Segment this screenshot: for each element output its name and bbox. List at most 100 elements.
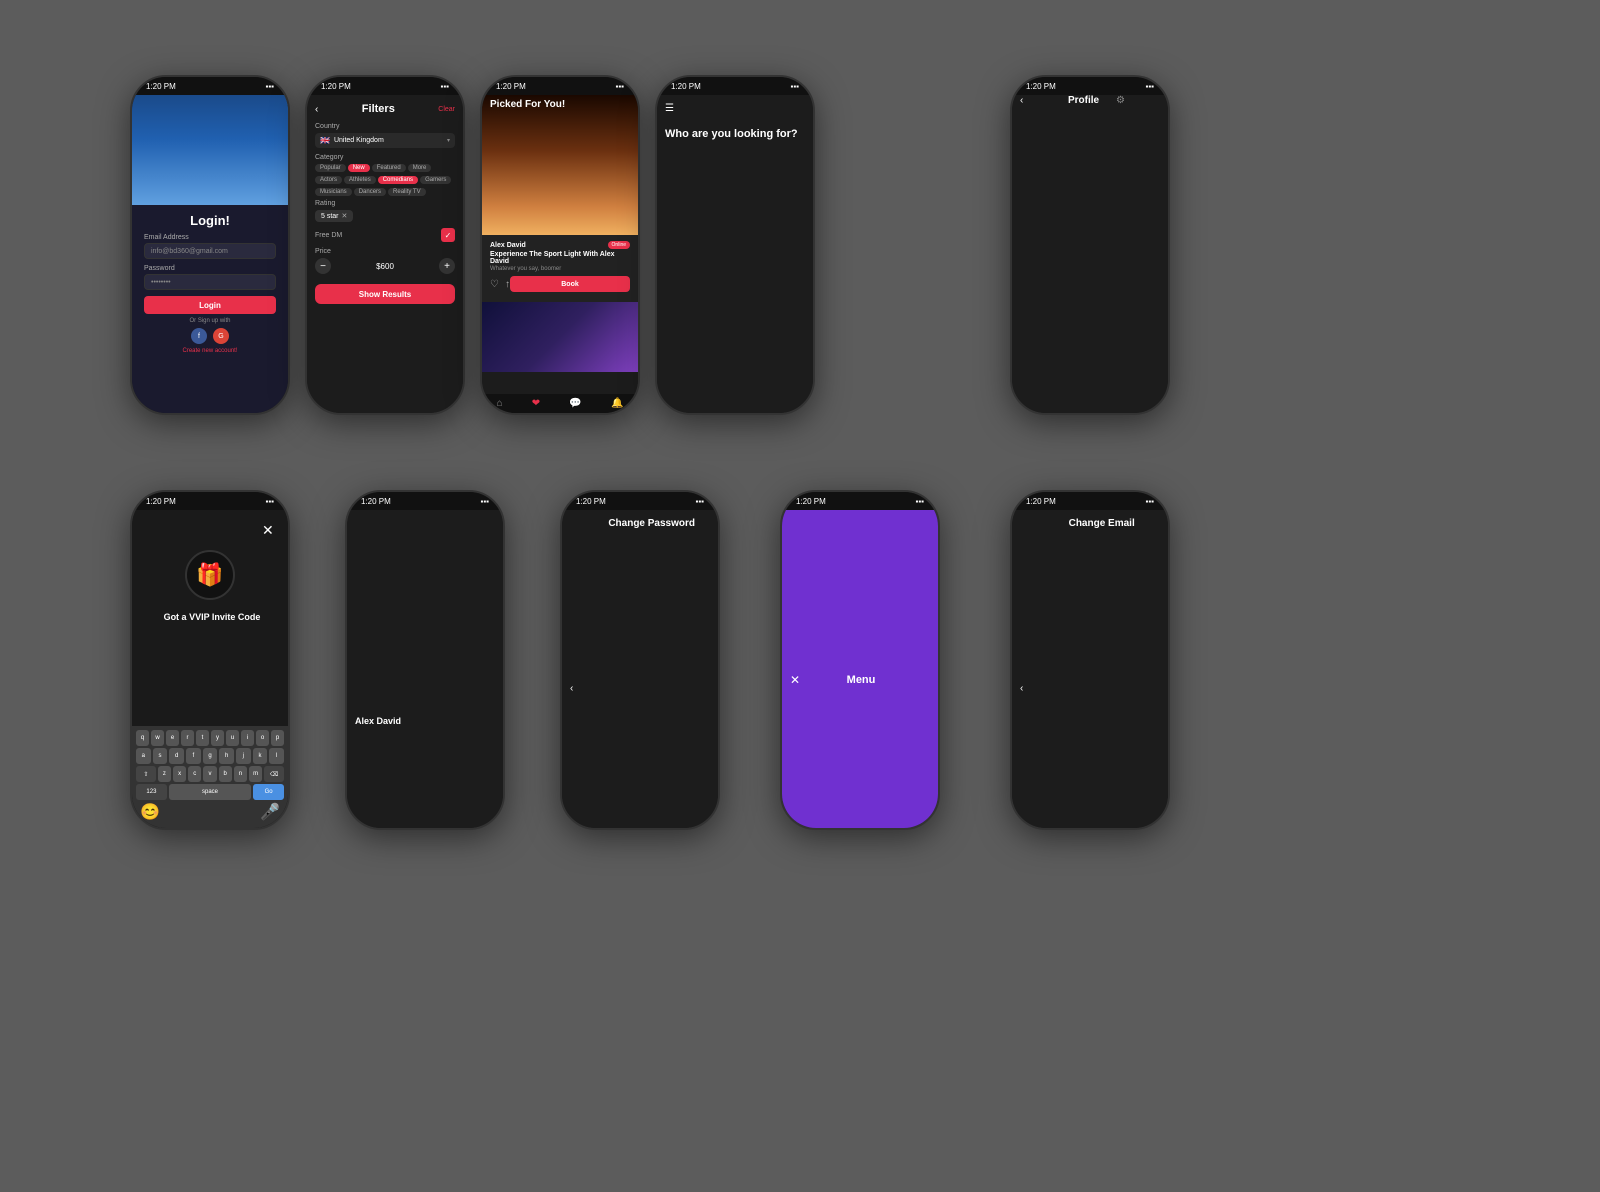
close-button[interactable]: ✕ [262, 522, 288, 828]
artist-name-detail: Alex David [355, 716, 493, 828]
tag-musicians[interactable]: Musicians [315, 188, 352, 196]
key-r[interactable]: r [181, 730, 194, 746]
phone-change-password: 1:20 PM ▪▪▪ ‹ Change Password 🔑 New Pass… [560, 490, 720, 830]
tag-featured[interactable]: Featured [372, 164, 406, 172]
key-shift[interactable]: ⇧ [136, 766, 156, 782]
picked-screen: Picked For You! Alex David Online Experi… [482, 95, 638, 413]
cp-title: Change Password [573, 518, 718, 828]
search-screen: ☰ Who are you looking for? 🔍 Search for … [657, 95, 813, 413]
action-row: ♡ ↑ Book [490, 276, 630, 292]
email-input[interactable]: info@bd360@gmail.com [144, 243, 276, 259]
price-minus[interactable]: − [315, 258, 331, 274]
login-title: Login! [144, 213, 276, 228]
key-b[interactable]: b [219, 766, 232, 782]
tag-more[interactable]: More [408, 164, 432, 172]
phone-menu: 1:20 PM ▪▪▪ ✕ Menu Alex David 👥 Invite F… [780, 490, 940, 830]
facebook-button[interactable]: f [191, 328, 207, 344]
tag-new[interactable]: New [348, 164, 370, 172]
key-f[interactable]: f [186, 748, 201, 764]
profile-screen: ‹ Profile ⚙ Tiana Rosser Must go faster.… [1012, 95, 1168, 413]
email-label: Email Address [144, 234, 276, 241]
category-label: Category [315, 154, 455, 161]
key-t[interactable]: t [196, 730, 209, 746]
chevron-icon: ▾ [447, 137, 450, 144]
tag-dancers[interactable]: Dancers [354, 188, 386, 196]
heart-icon[interactable]: ♡ [490, 279, 499, 290]
artist-name: Alex David [490, 242, 526, 249]
key-g[interactable]: g [203, 748, 218, 764]
key-s[interactable]: s [153, 748, 168, 764]
tag-athletes[interactable]: Athletes [344, 176, 376, 184]
price-label: Price [315, 248, 455, 255]
menu-header: ✕ Menu [782, 510, 938, 828]
artist-info: Alex David Online ★ ★ ★ ★ ★ 5.0 400 Revi… [347, 710, 503, 828]
tag-gamers[interactable]: Gamers [420, 176, 451, 184]
clear-button[interactable]: Clear [438, 106, 455, 113]
signal-icons: ▪▪▪ [265, 82, 274, 91]
key-q[interactable]: q [136, 730, 149, 746]
change-password-screen: ‹ Change Password 🔑 New Password Retype … [562, 510, 718, 828]
menu-icon[interactable]: ☰ [665, 103, 813, 413]
password-input[interactable]: •••••••• [144, 274, 276, 290]
key-n[interactable]: n [234, 766, 247, 782]
tag-actors[interactable]: Actors [315, 176, 342, 184]
show-results-button[interactable]: Show Results [315, 284, 455, 304]
key-u[interactable]: u [226, 730, 239, 746]
key-i[interactable]: i [241, 730, 254, 746]
bottom-nav: ⌂ ❤ 💬 🔔 [482, 394, 638, 413]
icon-row: ♡ ↑ [490, 279, 510, 290]
chat-tab[interactable]: 💬 [569, 398, 581, 409]
emoji-key[interactable]: 😊 [140, 802, 160, 822]
key-c[interactable]: c [188, 766, 201, 782]
change-email-screen: ‹ Change Email ✉️ Current Email info@bd3… [1012, 510, 1168, 828]
picked-title: Picked For You! [490, 99, 565, 110]
key-d[interactable]: d [169, 748, 184, 764]
status-bar-login: 1:20 PM ▪▪▪ [132, 77, 288, 95]
artist-name-row: Alex David Online [355, 716, 503, 828]
key-x[interactable]: x [173, 766, 186, 782]
login-screen: ▶ Login! Email Address info@bd360@gmail.… [132, 95, 288, 413]
tag-reality-tv[interactable]: Reality TV [388, 188, 426, 196]
password-label: Password [144, 265, 276, 272]
key-y[interactable]: y [211, 730, 224, 746]
tag-popular[interactable]: Popular [315, 164, 346, 172]
time-ce: 1:20 PM [1026, 497, 1056, 506]
home-tab[interactable]: ⌂ [497, 398, 503, 409]
key-j[interactable]: j [236, 748, 251, 764]
close-menu[interactable]: ✕ [790, 673, 800, 687]
create-account-link[interactable]: Create new account! [144, 348, 276, 354]
key-space[interactable]: space [169, 784, 251, 800]
time-search: 1:20 PM [671, 82, 701, 91]
price-plus[interactable]: + [439, 258, 455, 274]
gear-icon[interactable]: ⚙ [1116, 95, 1164, 413]
tag-comedians[interactable]: Comedians [378, 176, 418, 184]
signal-ce: ▪▪▪ [1145, 497, 1154, 506]
free-dm-row: Free DM ✓ [315, 228, 455, 242]
key-z[interactable]: z [158, 766, 171, 782]
free-dm-checkbox[interactable]: ✓ [441, 228, 455, 242]
profile-title: Profile [1068, 95, 1116, 413]
card-info: Alex David Online Experience The Sport L… [482, 235, 638, 302]
bell-tab[interactable]: 🔔 [611, 398, 623, 409]
key-a[interactable]: a [136, 748, 151, 764]
back-arrow[interactable]: ‹ [315, 104, 318, 115]
key-m[interactable]: m [249, 766, 262, 782]
social-buttons: f G [144, 328, 276, 344]
ce-header: ‹ Change Email [1020, 518, 1168, 828]
google-button[interactable]: G [213, 328, 229, 344]
key-123[interactable]: 123 [136, 784, 167, 800]
login-button[interactable]: Login [144, 296, 276, 314]
country-selector[interactable]: 🇬🇧 United Kingdom ▾ [315, 133, 455, 148]
menu-screen: ✕ Menu Alex David 👥 Invite Friends 📋 Boo… [782, 510, 938, 828]
status-bar-ce: 1:20 PM ▪▪▪ [1012, 492, 1168, 510]
cp-header: ‹ Change Password [570, 518, 718, 828]
key-e[interactable]: e [166, 730, 179, 746]
key-v[interactable]: v [203, 766, 216, 782]
book-button[interactable]: Book [510, 276, 630, 292]
rating-value: 5 star ✕ [315, 210, 353, 222]
heart-tab[interactable]: ❤ [532, 398, 540, 409]
key-h[interactable]: h [219, 748, 234, 764]
back-arrow-profile[interactable]: ‹ [1020, 95, 1068, 413]
rating-clear[interactable]: ✕ [342, 212, 348, 220]
key-w[interactable]: w [151, 730, 164, 746]
